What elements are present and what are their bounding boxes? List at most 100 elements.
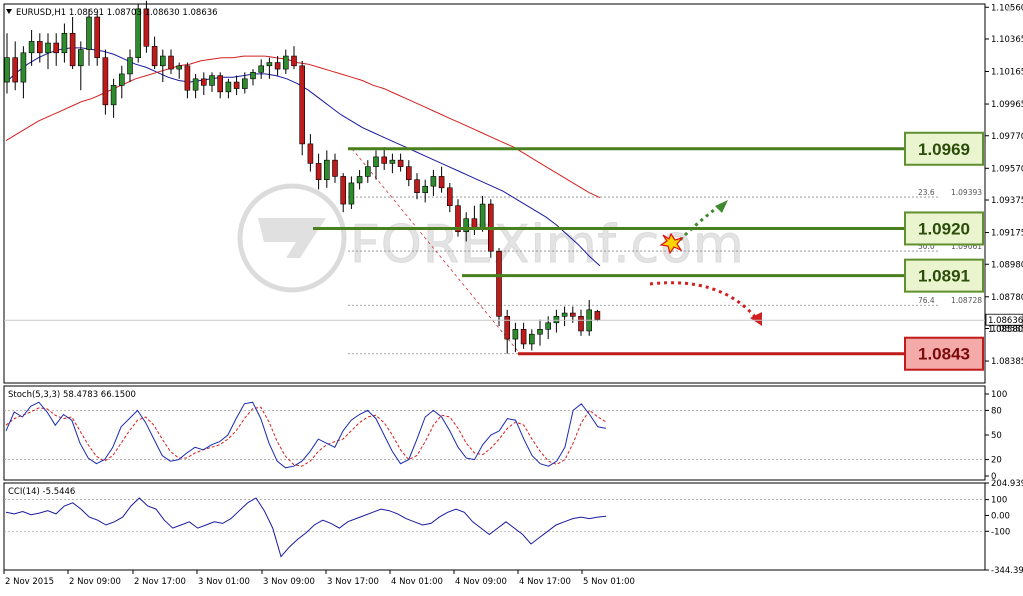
- candle-bear: [299, 65, 306, 145]
- cci-tick-label: 204.939: [991, 479, 1023, 489]
- candle-bull: [20, 52, 27, 83]
- candle-bull: [348, 182, 355, 205]
- candle-bear: [381, 156, 388, 164]
- candle-bull: [160, 55, 166, 67]
- candle-bull: [78, 49, 84, 67]
- candle-bull: [512, 329, 519, 340]
- candle-bull: [61, 32, 68, 54]
- candle-bear: [233, 81, 240, 89]
- fib-price-label: 1.08728: [951, 296, 982, 305]
- candle-bear: [414, 179, 420, 193]
- candle-bear: [397, 159, 404, 167]
- price-tick-label: 1.09375: [991, 196, 1023, 206]
- resistance-3-badge-label: 1.0891: [918, 267, 970, 286]
- cci-title: CCI(14) -5.5446: [8, 487, 75, 497]
- candle-bull: [266, 62, 273, 67]
- candle-bear: [217, 75, 223, 93]
- candle-bear: [168, 55, 174, 70]
- candle-bull: [250, 72, 256, 80]
- candle-bull: [479, 203, 486, 229]
- candle-bull: [86, 16, 92, 50]
- candle-bull: [225, 81, 232, 93]
- fib-ratio-label: 23.6: [918, 188, 935, 197]
- price-tick-label: 1.08780: [991, 293, 1023, 303]
- candle-bull: [176, 65, 182, 70]
- candle-bull: [430, 176, 437, 187]
- time-tick-label: 5 Nov 01:00: [583, 577, 635, 587]
- candle-bull: [545, 322, 552, 330]
- fib-price-label: 1.09393: [951, 188, 982, 197]
- candle-bull: [258, 65, 265, 73]
- time-tick-label: 3 Nov 01:00: [198, 577, 250, 587]
- candle-bull: [282, 55, 289, 70]
- candle-bull: [323, 159, 330, 180]
- candle-bear: [36, 41, 43, 54]
- stoch-tick-label: 50: [991, 431, 1002, 441]
- candle-bear: [184, 65, 191, 91]
- candle-bull: [119, 73, 125, 86]
- fib-ratio-label: 76.4: [918, 296, 935, 305]
- mt4-chart-window: FOREXimf.com 23.6 1.09393 50.0 1.09061 76.4 1…: [0, 0, 1023, 591]
- candle-bull: [373, 156, 379, 167]
- candle-bull: [364, 166, 371, 177]
- price-tick-label: 1.09965: [991, 100, 1023, 110]
- candle-bull: [528, 333, 535, 345]
- candle-bull: [553, 316, 560, 324]
- candle-bear: [446, 187, 453, 206]
- candle-bear: [94, 16, 100, 58]
- candle-bull: [127, 57, 133, 75]
- candle-bull: [110, 85, 117, 106]
- candle-bull: [4, 57, 10, 83]
- candle-bull: [45, 42, 51, 54]
- candle-bear: [332, 159, 338, 177]
- cci-tick-label: 0.00: [991, 511, 1010, 521]
- candle-bear: [53, 42, 60, 54]
- overlap-price-label: 1.08580: [988, 325, 1023, 335]
- time-tick-label: 3 Nov 09:00: [263, 577, 315, 587]
- time-tick-label: 2 Nov 2015: [5, 577, 54, 587]
- candle-bear: [578, 316, 584, 332]
- time-tick-label: 2 Nov 09:00: [69, 577, 121, 587]
- price-tick-label: 1.09570: [991, 164, 1023, 174]
- candle-bear: [12, 57, 18, 83]
- candle-bear: [102, 57, 109, 106]
- chart-canvas: FOREXimf.com 23.6 1.0939350.0 1.0906176.4 1…: [0, 0, 1023, 591]
- cci-tick-label: 100: [991, 496, 1007, 506]
- candle-bull: [537, 329, 543, 335]
- time-tick-label: 4 Nov 09:00: [455, 577, 507, 587]
- candle-bear: [438, 176, 445, 189]
- price-tick-label: 1.10165: [991, 68, 1023, 78]
- candle-bull: [356, 176, 363, 184]
- resistance-1-badge-label: 1.0969: [918, 140, 970, 159]
- candle-bear: [151, 45, 158, 67]
- time-tick-label: 3 Nov 17:00: [327, 577, 379, 587]
- cci-tick-label: -344.393: [991, 566, 1023, 576]
- candle-bull: [242, 78, 248, 89]
- candle-bear: [274, 62, 281, 70]
- price-tick-label: 1.10365: [991, 35, 1023, 45]
- candle-bear: [315, 163, 322, 180]
- candle-bull: [192, 78, 199, 91]
- candle-bull: [28, 41, 35, 54]
- candle-bear: [291, 55, 297, 67]
- candle-bear: [69, 32, 76, 67]
- price-tick-label: 1.08385: [991, 357, 1023, 367]
- stoch-tick-label: 100: [991, 390, 1007, 400]
- symbol-header: EURUSD,H1 1.08691 1.08703 1.08630 1.0863…: [16, 8, 218, 18]
- time-tick-label: 4 Nov 01:00: [391, 577, 443, 587]
- candle-bull: [389, 159, 396, 164]
- candle-bull: [561, 312, 568, 317]
- candle-bear: [569, 312, 576, 317]
- price-tick-label: 1.09175: [991, 229, 1023, 239]
- candle-bear: [405, 166, 412, 180]
- candle-bear: [340, 176, 347, 205]
- candle-bear: [201, 78, 207, 86]
- time-tick-label: 2 Nov 17:00: [134, 577, 186, 587]
- price-tick-label: 1.09770: [991, 132, 1023, 142]
- candle-bear: [594, 311, 601, 320]
- cci-tick-label: -100: [991, 527, 1010, 537]
- resistance-2-badge-label: 1.0920: [918, 219, 970, 238]
- watermark-text: FOREXimf.com: [350, 215, 745, 275]
- stoch-tick-label: 20: [991, 456, 1002, 466]
- candle-bear: [307, 143, 314, 164]
